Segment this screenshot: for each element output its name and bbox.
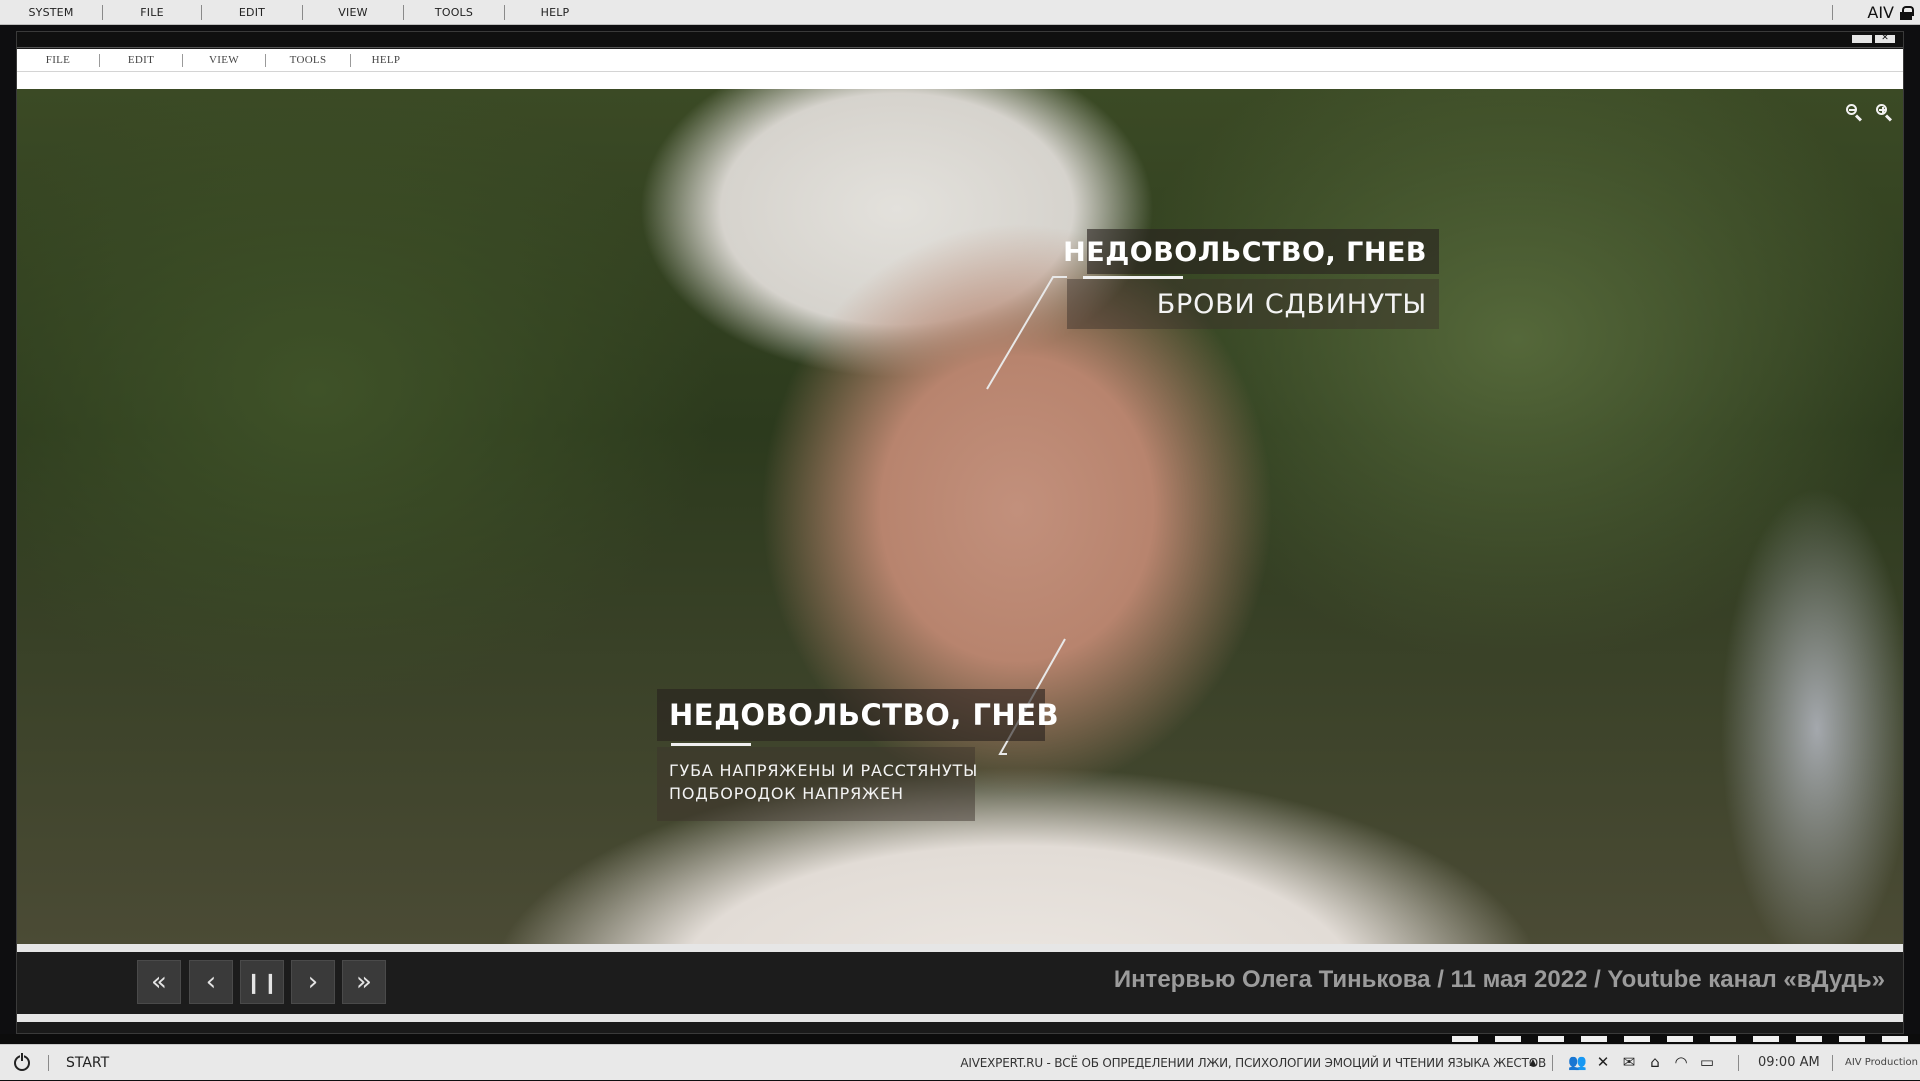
app-menu-view[interactable]: VIEW: [183, 49, 265, 71]
power-icon[interactable]: [14, 1053, 30, 1071]
filmstrip: [0, 1034, 1920, 1044]
step-back-icon: ‹: [205, 967, 217, 997]
filmstrip-segment: [1839, 1036, 1865, 1042]
window-controls: [1852, 32, 1895, 43]
wifi-icon[interactable]: ◠: [1672, 1053, 1690, 1071]
brand-area: AIV: [1832, 0, 1914, 25]
callout-underline: [1083, 276, 1183, 279]
app-menu-tools[interactable]: TOOLS: [266, 49, 350, 71]
zoom-out-icon[interactable]: [1845, 103, 1863, 122]
callout-underline: [671, 743, 751, 746]
menu-divider: [17, 71, 1903, 72]
system-menu: SYSTEM FILE EDIT VIEW TOOLS HELP: [0, 0, 605, 25]
system-menu-system[interactable]: SYSTEM: [0, 0, 102, 25]
callout-top-title: НЕДОВОЛЬСТВО, ГНЕВ: [1063, 237, 1427, 268]
fast-forward-icon: »: [356, 967, 372, 997]
taskbar: START AIVEXPERT.RU - ВСЁ ОБ ОПРЕДЕЛЕНИИ …: [0, 1044, 1920, 1080]
system-tray: 👥 ✕ ✉ ⌂ ◠ ▭: [1568, 1053, 1716, 1071]
taskbar-divider: [1832, 1055, 1833, 1071]
video-frame[interactable]: НЕДОВОЛЬСТВО, ГНЕВ БРОВИ СДВИНУТЫ НЕДОВО…: [17, 89, 1903, 944]
taskbar-divider: [1738, 1055, 1739, 1071]
app-window: FILE EDIT VIEW TOOLS HELP НЕДОВОЛЬСТВО: [16, 31, 1904, 1034]
start-button[interactable]: START: [66, 1045, 109, 1081]
video-caption: Интервью Олега Тинькова / 11 мая 2022 / …: [1113, 966, 1885, 993]
minimize-icon[interactable]: [1852, 35, 1872, 43]
system-menu-view[interactable]: VIEW: [303, 0, 403, 25]
filmstrip-segment: [1452, 1036, 1478, 1042]
app-menu-help[interactable]: HELP: [351, 49, 421, 71]
taskbar-divider: [1552, 1055, 1553, 1071]
fast-backward-icon: «: [151, 967, 167, 997]
app-menu-edit[interactable]: EDIT: [100, 49, 182, 71]
system-menu-file[interactable]: FILE: [103, 0, 201, 25]
filmstrip-segment: [1581, 1036, 1607, 1042]
filmstrip-segment: [1538, 1036, 1564, 1042]
home-icon[interactable]: ⌂: [1646, 1053, 1664, 1071]
system-menu-edit[interactable]: EDIT: [202, 0, 302, 25]
window-titlebar[interactable]: [17, 32, 1903, 48]
fast-forward-button[interactable]: »: [342, 960, 386, 1004]
filmstrip-segment: [1796, 1036, 1822, 1042]
clock[interactable]: 09:00 AM: [1758, 1045, 1820, 1081]
taskbar-divider: [48, 1055, 49, 1071]
callout-bottom: НЕДОВОЛЬСТВО, ГНЕВ ГУБА НАПРЯЖЕНЫ И РАСС…: [657, 689, 1060, 825]
pause-button[interactable]: ❙❙: [240, 960, 284, 1004]
player-controls: « ‹ ❙❙ › » Интервью Олега Тинькова / 11 …: [17, 944, 1903, 1022]
close-icon[interactable]: [1875, 32, 1895, 43]
app-menu-bar: FILE EDIT VIEW TOOLS HELP: [17, 49, 1903, 89]
filmstrip-segment: [1753, 1036, 1779, 1042]
chevron-up-icon[interactable]: ▲: [1527, 1055, 1539, 1069]
filmstrip-segment: [1667, 1036, 1693, 1042]
step-back-button[interactable]: ‹: [189, 960, 233, 1004]
system-menu-help[interactable]: HELP: [505, 0, 605, 25]
leader-line-top: [986, 276, 1067, 390]
control-bar-border: [17, 1014, 1903, 1022]
users-icon[interactable]: 👥: [1568, 1053, 1587, 1071]
pause-icon: ❙❙: [245, 970, 279, 994]
step-forward-button[interactable]: ›: [291, 960, 335, 1004]
filmstrip-segment: [1882, 1036, 1908, 1042]
monitor-icon[interactable]: ▭: [1698, 1053, 1716, 1071]
zoom-in-icon[interactable]: [1875, 103, 1893, 122]
lock-icon[interactable]: [1900, 5, 1914, 20]
brand-label: AIV: [1867, 3, 1894, 22]
system-menu-tools[interactable]: TOOLS: [404, 0, 504, 25]
production-label: AIV Production: [1845, 1057, 1919, 1068]
callout-top-detail: БРОВИ СДВИНУТЫ: [1156, 289, 1427, 320]
app-menu-file[interactable]: FILE: [17, 49, 99, 71]
news-ticker: AIVEXPERT.RU - ВСЁ ОБ ОПРЕДЕЛЕНИИ ЛЖИ, П…: [960, 1056, 1546, 1070]
filmstrip-segment: [1710, 1036, 1736, 1042]
mail-icon[interactable]: ✉: [1620, 1053, 1638, 1071]
filmstrip-segment: [1624, 1036, 1650, 1042]
step-forward-icon: ›: [307, 967, 319, 997]
callout-bottom-title: НЕДОВОЛЬСТВО, ГНЕВ: [669, 698, 1060, 732]
fast-backward-button[interactable]: «: [137, 960, 181, 1004]
callout-bottom-detail-line1: ГУБА НАПРЯЖЕНЫ И РАССТЯНУТЫ: [669, 761, 979, 780]
callout-top: НЕДОВОЛЬСТВО, ГНЕВ БРОВИ СДВИНУТЫ: [1063, 229, 1439, 349]
app-menu: FILE EDIT VIEW TOOLS HELP: [17, 49, 421, 71]
filmstrip-segment: [1495, 1036, 1521, 1042]
callout-bottom-detail-line2: ПОДБОРОДОК НАПРЯЖЕН: [669, 784, 904, 803]
menu-divider: [1832, 5, 1834, 20]
network-off-icon[interactable]: ✕: [1594, 1053, 1612, 1071]
system-menu-bar: SYSTEM FILE EDIT VIEW TOOLS HELP AIV: [0, 0, 1920, 25]
